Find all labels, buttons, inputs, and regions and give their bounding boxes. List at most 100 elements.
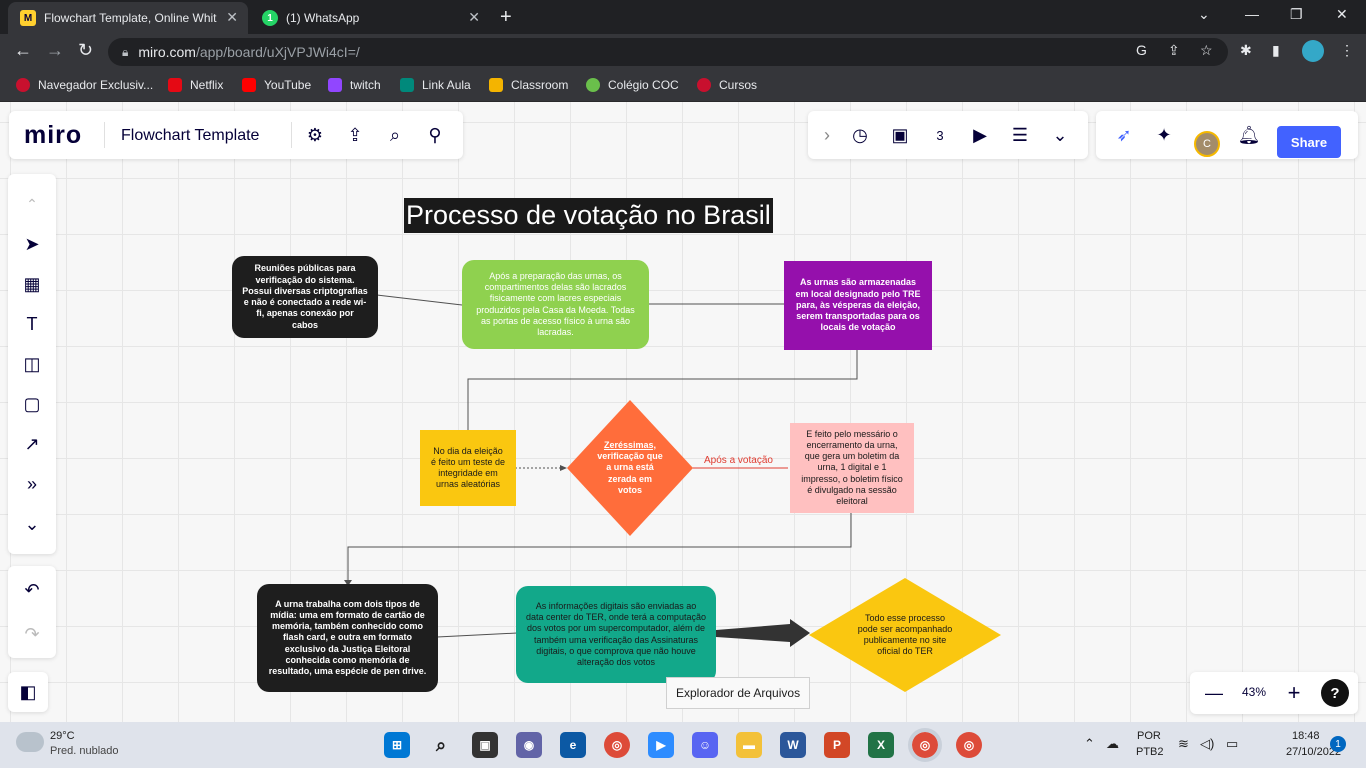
url-input[interactable]: 🔒︎ miro.com/app/board/uXjVPJWi4cI=/ [108,38,1228,66]
share-page-icon[interactable]: ⇪ [1168,42,1180,59]
video-icon[interactable]: ▣ [888,123,912,147]
edge-icon[interactable]: e [560,732,586,758]
bookmark-item[interactable]: Link Aula [400,78,471,92]
tray-chevron-icon[interactable]: ⌃ [1084,736,1095,752]
close-icon[interactable]: ✕ [468,9,480,26]
export-icon[interactable]: ⇪ [343,123,367,147]
volume-icon[interactable]: ◁) [1200,736,1214,752]
share-button[interactable]: Share [1277,126,1341,158]
google-icon[interactable]: G [1136,42,1147,58]
tab-miro[interactable]: M Flowchart Template, Online Whit ✕ [8,2,248,34]
more-chevron-icon[interactable]: ⌄ [1048,123,1072,147]
tab-whatsapp[interactable]: 1 (1) WhatsApp ✕ [250,2,490,34]
board-heading[interactable]: Processo de votação no Brasil [404,198,773,233]
zoom-out-icon[interactable]: — [1202,681,1226,705]
profile-avatar[interactable] [1302,40,1324,62]
bookmark-item[interactable]: Netflix [168,78,223,92]
search-icon[interactable]: ⌕ [428,732,454,758]
notes-icon[interactable]: ☰ [1008,123,1032,147]
more-tools-icon[interactable]: » [8,468,56,500]
frames-icon[interactable]: ◧ [8,676,48,708]
bookmark-item[interactable]: twitch [328,78,381,92]
flow-node[interactable]: E feito pelo messário o encerramento da … [790,423,914,513]
notification-badge[interactable]: 1 [1330,736,1346,752]
start-icon[interactable]: ⊞ [384,732,410,758]
onedrive-icon[interactable]: ☁ [1106,736,1119,752]
tab-search-icon[interactable]: ⌄ [1198,6,1210,23]
battery-icon[interactable]: ▭ [1226,736,1238,752]
flow-node[interactable]: As informações digitais são enviadas ao … [516,586,716,683]
weather-desc[interactable]: Pred. nublado [50,745,119,757]
chrome-profile-icon[interactable]: ◎ [956,732,982,758]
zoom-level[interactable]: 43% [1242,685,1266,699]
board-canvas[interactable]: Processo de votação no Brasil Reuniões p… [0,102,1366,722]
menu-dots-icon[interactable]: ⋮ [1340,42,1354,59]
select-tool-icon[interactable]: ➤ [8,228,56,260]
file-explorer-icon[interactable]: ▬ [736,732,762,758]
excel-icon[interactable]: X [868,732,894,758]
connector-tool-icon[interactable]: ↗ [8,428,56,460]
avatar[interactable]: C [1194,131,1220,157]
clock-time[interactable]: 18:48 [1292,730,1320,742]
end-diamond[interactable]: Todo esse processo pode ser acompanhado … [809,578,1001,692]
miro-logo[interactable]: miro [24,121,82,150]
bookmark-item[interactable]: Cursos [697,78,757,92]
bookmark-item[interactable]: Navegador Exclusiv... [16,78,153,92]
plugin-icon[interactable]: ⚲ [423,123,447,147]
flow-node[interactable]: As urnas são armazenadas em local design… [784,261,932,350]
chat-icon[interactable]: ◉ [516,732,542,758]
extensions-icon[interactable]: ✱ [1240,42,1252,59]
reactions-icon[interactable]: ✦ [1152,123,1176,147]
settings-icon[interactable]: ⚙ [303,123,327,147]
board-title[interactable]: Flowchart Template [121,127,259,145]
sticky-note-icon[interactable]: ◫ [8,348,56,380]
flow-node[interactable]: A urna trabalha com dois tipos de mídia:… [257,584,438,692]
expand-tools-icon[interactable]: ⌄ [8,508,56,540]
cursor-icon[interactable]: ➶ [1112,123,1136,147]
bell-icon[interactable]: 🔔︎ [1237,123,1261,147]
side-panel-icon[interactable]: ▮ [1272,42,1280,59]
discord-icon[interactable]: ☺ [692,732,718,758]
shape-tool-icon[interactable]: ▢ [8,388,56,420]
flow-node[interactable]: Após a preparação das urnas, os comparti… [462,260,649,349]
connector-label[interactable]: Após a votação [704,455,773,466]
help-button[interactable]: ? [1321,679,1349,707]
decision-diamond[interactable]: Zeréssimas, verificação que a urna está … [567,400,693,536]
timer-icon[interactable]: ◷ [848,123,872,147]
bookmark-star-icon[interactable]: ☆ [1200,42,1213,59]
redo-icon[interactable]: ↷ [8,618,56,650]
bookmark-item[interactable]: Classroom [489,78,568,92]
chrome-active-icon[interactable]: ◎ [908,728,942,762]
bookmark-item[interactable]: YouTube [242,78,311,92]
zoom-in-icon[interactable]: + [1282,680,1306,705]
chrome-icon[interactable]: ◎ [604,732,630,758]
voting-icon[interactable]: 3 [928,123,952,147]
language-layout[interactable]: PTB2 [1136,746,1164,758]
search-icon[interactable]: ⌕ [383,123,407,147]
close-icon[interactable]: ✕ [226,9,238,26]
close-window-icon[interactable]: ✕ [1336,6,1348,23]
minimize-icon[interactable]: — [1245,6,1259,22]
flow-node[interactable]: No dia da eleição é feito um teste de in… [420,430,516,506]
word-icon[interactable]: W [780,732,806,758]
powerpoint-icon[interactable]: P [824,732,850,758]
present-icon[interactable]: ▶ [968,123,992,147]
new-tab-button[interactable]: + [500,6,512,29]
weather-temp[interactable]: 29°C [50,730,75,742]
weather-icon[interactable] [16,732,44,752]
reload-icon[interactable]: ↻ [78,40,93,61]
language-primary[interactable]: POR [1137,730,1161,742]
text-tool-icon[interactable]: T [8,308,56,340]
forward-icon[interactable]: → [46,40,64,61]
task-view-icon[interactable]: ▣ [472,732,498,758]
templates-icon[interactable]: ▦ [8,268,56,300]
wifi-icon[interactable]: ≋ [1178,736,1189,752]
collapse-icon[interactable]: ⌃ [8,188,56,220]
flow-node[interactable]: Reuniões públicas para verificação do si… [232,256,378,338]
back-icon[interactable]: ← [14,40,32,61]
expand-chevron-icon[interactable]: › [815,123,839,147]
undo-icon[interactable]: ↶ [8,574,56,606]
restore-icon[interactable]: ❐ [1290,6,1303,23]
bookmark-item[interactable]: Colégio COC [586,78,679,92]
zoom-app-icon[interactable]: ▶ [648,732,674,758]
